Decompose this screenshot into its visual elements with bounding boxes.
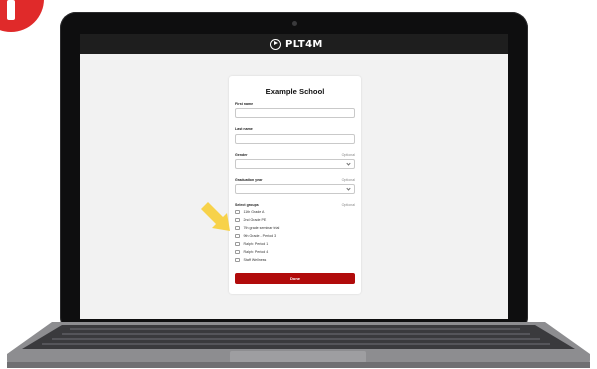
group-checkbox[interactable] — [235, 217, 240, 223]
camera-icon — [292, 21, 297, 26]
group-checkbox[interactable] — [235, 241, 240, 247]
groups-label: Select groups — [235, 203, 259, 207]
app-header: PLT4M — [80, 34, 508, 54]
brand-name: PLT4M — [285, 38, 323, 50]
laptop-screen: PLT4M Example School First name Last nam… — [80, 34, 508, 319]
group-option-label: Ralph: Period 4 — [243, 250, 269, 254]
group-option[interactable]: 11th Grade A — [235, 209, 264, 215]
groups-optional-note: Optional — [341, 203, 355, 207]
group-option-label: Ralph: Period 1 — [243, 242, 269, 246]
group-checkbox[interactable] — [235, 209, 240, 215]
group-option[interactable]: Ralph: Period 4 — [235, 249, 268, 255]
page-title: Example School — [265, 87, 325, 96]
first-name-label: First name — [235, 102, 254, 106]
group-option[interactable]: Staff Wellness — [235, 257, 266, 263]
done-button[interactable]: Done — [235, 273, 355, 284]
graduation-year-select[interactable] — [235, 184, 355, 194]
gender-label: Gender — [235, 153, 248, 157]
group-option-label: Staff Wellness — [243, 258, 267, 262]
group-checkbox[interactable] — [235, 257, 240, 263]
group-option[interactable]: 9th Grade - Period 3 — [235, 233, 276, 239]
last-name-input[interactable] — [235, 134, 355, 144]
group-option-label: 7th grade seminar trial — [243, 226, 280, 230]
chevron-down-icon — [346, 186, 351, 191]
pointer-arrow-icon — [201, 202, 230, 231]
group-option-label: 9th Grade - Period 3 — [243, 234, 277, 238]
group-option-label: 2nd Grade PE — [243, 218, 267, 222]
notification-badge — [0, 0, 44, 32]
play-circle-icon — [270, 38, 281, 50]
group-option-label: 11th Grade A — [243, 210, 265, 214]
laptop-base — [7, 322, 590, 368]
group-option[interactable]: Ralph: Period 1 — [235, 241, 268, 247]
gender-optional-note: Optional — [341, 153, 355, 157]
graduation-year-optional-note: Optional — [341, 178, 355, 182]
brand-logo[interactable]: PLT4M — [270, 38, 323, 50]
group-option[interactable]: 7th grade seminar trial — [235, 225, 279, 231]
group-checkbox[interactable] — [235, 233, 240, 239]
gender-select[interactable] — [235, 159, 355, 169]
last-name-label: Last name — [235, 127, 253, 131]
signup-form-card: Example School First name Last name Gend… — [229, 76, 361, 294]
badge-mark — [7, 0, 15, 20]
chevron-down-icon — [346, 161, 351, 166]
group-checkbox[interactable] — [235, 225, 240, 231]
graduation-year-label: Graduation year — [235, 178, 263, 182]
first-name-input[interactable] — [235, 108, 355, 118]
group-option[interactable]: 2nd Grade PE — [235, 217, 266, 223]
group-checkbox[interactable] — [235, 249, 240, 255]
